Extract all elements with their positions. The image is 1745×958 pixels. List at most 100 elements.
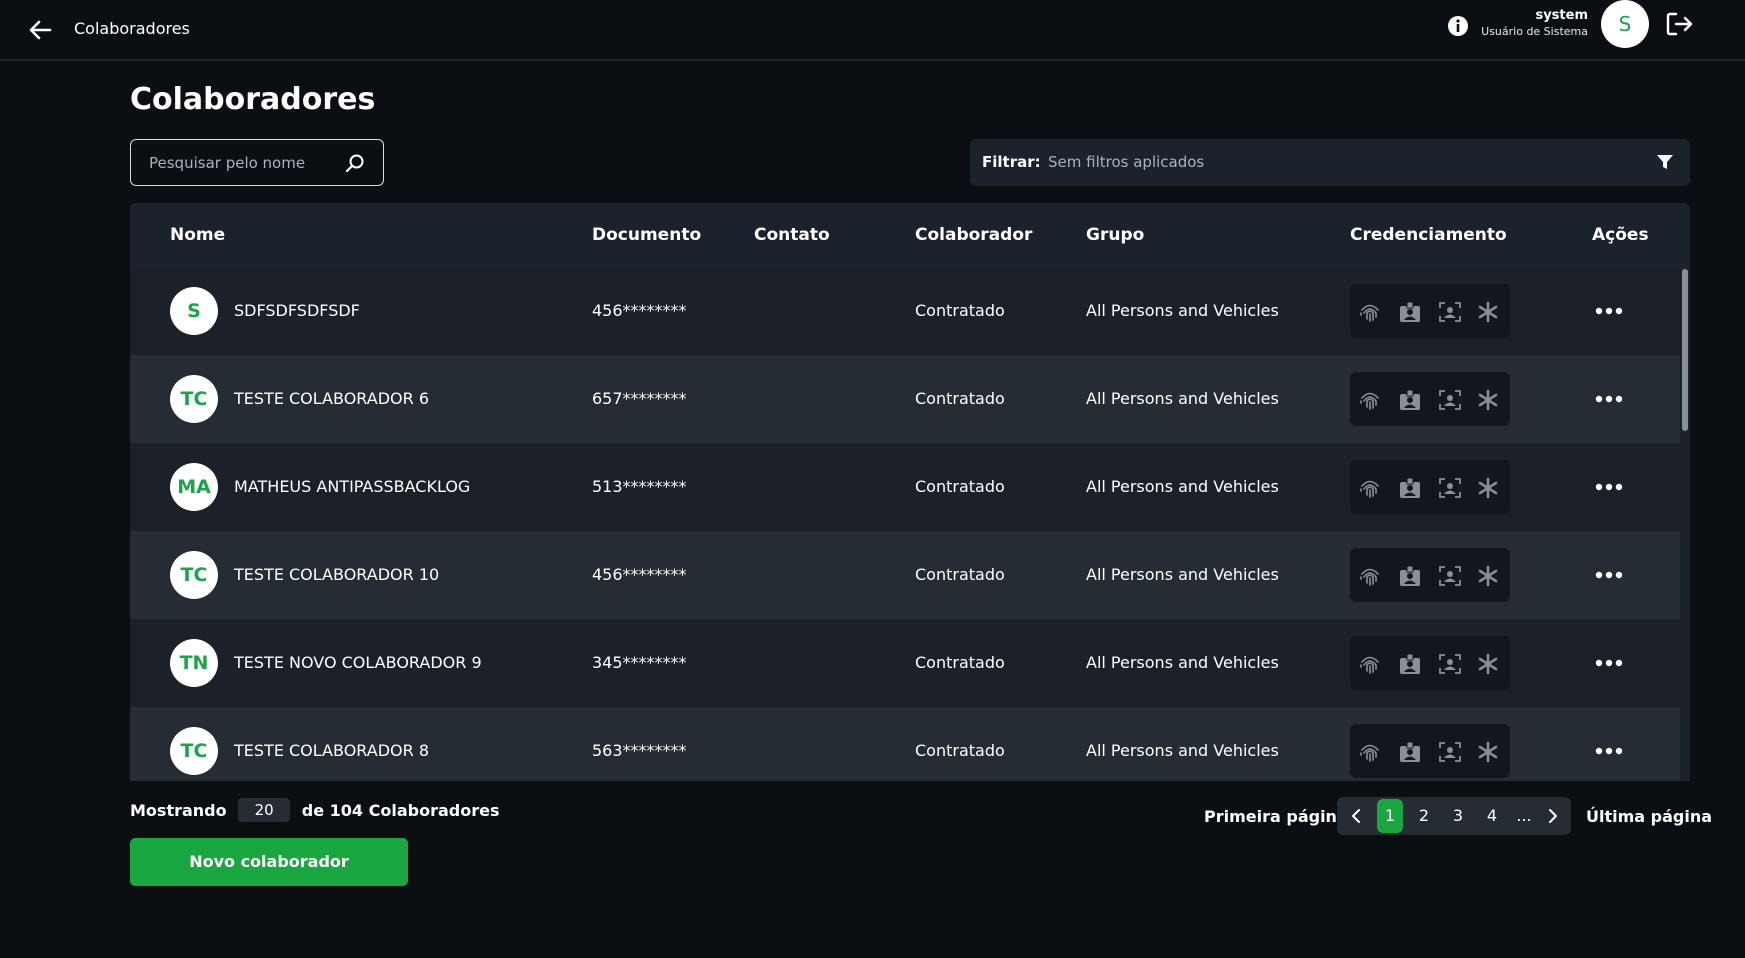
row-name: TESTE NOVO COLABORADOR 9 — [234, 653, 482, 672]
filter-bar[interactable]: Filtrar: Sem filtros aplicados — [970, 139, 1690, 186]
row-actions-menu-icon[interactable] — [1594, 649, 1624, 677]
credential-icons — [1350, 284, 1510, 338]
page-title: Colaboradores — [130, 82, 376, 117]
column-header-nome[interactable]: Nome — [170, 225, 225, 245]
row-document: 456******** — [592, 565, 687, 584]
new-collaborator-button[interactable]: Novo colaborador — [130, 838, 408, 886]
face-recognition-icon[interactable] — [1438, 565, 1462, 587]
row-actions-menu-icon[interactable] — [1594, 385, 1624, 413]
total-label: de 104 Colaboradores — [301, 800, 500, 820]
filter-funnel-icon[interactable] — [1656, 154, 1674, 171]
row-actions-menu-icon[interactable] — [1594, 561, 1624, 589]
user-role: Usuário de Sistema — [1481, 25, 1588, 38]
credential-icons — [1350, 460, 1510, 514]
asterisk-icon[interactable] — [1476, 477, 1500, 499]
badge-icon[interactable] — [1398, 653, 1422, 675]
row-document: 345******** — [592, 653, 687, 672]
row-actions-menu-icon[interactable] — [1594, 297, 1624, 325]
row-avatar: S — [170, 287, 218, 335]
pagination: 1 2 3 4 ... — [1337, 797, 1571, 835]
row-collaborator-type: Contratado — [915, 477, 1005, 496]
fingerprint-icon[interactable] — [1358, 301, 1382, 323]
row-name: SDFSDFSDFSDF — [234, 301, 360, 320]
column-header-acoes: Ações — [1592, 225, 1649, 245]
row-collaborator-type: Contratado — [915, 565, 1005, 584]
row-avatar: TC — [170, 375, 218, 423]
asterisk-icon[interactable] — [1476, 653, 1500, 675]
page-4[interactable]: 4 — [1479, 797, 1505, 835]
face-recognition-icon[interactable] — [1438, 653, 1462, 675]
row-document: 513******** — [592, 477, 687, 496]
top-bar: Colaboradores system Usuário de Sistema … — [0, 0, 1745, 61]
row-avatar: MA — [170, 463, 218, 511]
page-ellipsis[interactable]: ... — [1511, 797, 1537, 835]
row-group: All Persons and Vehicles — [1086, 477, 1279, 496]
scrollbar-thumb[interactable] — [1682, 269, 1688, 431]
badge-icon[interactable] — [1398, 301, 1422, 323]
table-row[interactable]: TC TESTE COLABORADOR 8 563******** Contr… — [130, 707, 1690, 781]
search-box — [130, 139, 384, 186]
row-document: 657******** — [592, 389, 687, 408]
search-input[interactable] — [149, 152, 329, 174]
face-recognition-icon[interactable] — [1438, 389, 1462, 411]
fingerprint-icon[interactable] — [1358, 741, 1382, 763]
user-info: system Usuário de Sistema — [1481, 8, 1588, 40]
credential-icons — [1350, 636, 1510, 690]
credential-icons — [1350, 548, 1510, 602]
credential-icons — [1350, 724, 1510, 778]
face-recognition-icon[interactable] — [1438, 741, 1462, 763]
last-page-link[interactable]: Última página — [1586, 807, 1712, 826]
chevron-left-icon[interactable] — [1349, 808, 1365, 824]
asterisk-icon[interactable] — [1476, 389, 1500, 411]
user-avatar[interactable]: S — [1601, 0, 1649, 48]
info-icon[interactable] — [1447, 15, 1469, 37]
page-3[interactable]: 3 — [1445, 797, 1471, 835]
page-size-select[interactable]: 20 — [238, 798, 291, 822]
table-row[interactable]: TC TESTE COLABORADOR 6 657******** Contr… — [130, 355, 1690, 443]
column-header-documento[interactable]: Documento — [592, 225, 701, 245]
table-row[interactable]: TN TESTE NOVO COLABORADOR 9 345******** … — [130, 619, 1690, 707]
badge-icon[interactable] — [1398, 741, 1422, 763]
topbar-title: Colaboradores — [74, 19, 190, 38]
row-collaborator-type: Contratado — [915, 301, 1005, 320]
search-icon[interactable] — [345, 153, 365, 173]
page-1[interactable]: 1 — [1377, 799, 1403, 833]
badge-icon[interactable] — [1398, 565, 1422, 587]
row-collaborator-type: Contratado — [915, 389, 1005, 408]
badge-icon[interactable] — [1398, 477, 1422, 499]
face-recognition-icon[interactable] — [1438, 301, 1462, 323]
user-name: system — [1535, 8, 1588, 23]
row-avatar: TC — [170, 727, 218, 775]
fingerprint-icon[interactable] — [1358, 477, 1382, 499]
fingerprint-icon[interactable] — [1358, 653, 1382, 675]
column-header-colaborador[interactable]: Colaborador — [915, 225, 1032, 245]
showing-label: Mostrando — [130, 800, 227, 820]
fingerprint-icon[interactable] — [1358, 565, 1382, 587]
row-name: MATHEUS ANTIPASSBACKLOG — [234, 477, 471, 496]
badge-icon[interactable] — [1398, 389, 1422, 411]
back-arrow-icon[interactable] — [24, 14, 56, 46]
asterisk-icon[interactable] — [1476, 741, 1500, 763]
first-page-link[interactable]: Primeira página — [1204, 807, 1348, 826]
asterisk-icon[interactable] — [1476, 565, 1500, 587]
table-scrollbar[interactable] — [1680, 267, 1690, 781]
page-2[interactable]: 2 — [1411, 797, 1437, 835]
filter-value: Sem filtros aplicados — [1048, 153, 1205, 171]
row-avatar: TN — [170, 639, 218, 687]
row-group: All Persons and Vehicles — [1086, 653, 1279, 672]
asterisk-icon[interactable] — [1476, 301, 1500, 323]
table-row[interactable]: S SDFSDFSDFSDF 456******** Contratado Al… — [130, 267, 1690, 355]
column-header-credenciamento: Credenciamento — [1350, 225, 1507, 245]
row-actions-menu-icon[interactable] — [1594, 473, 1624, 501]
row-actions-menu-icon[interactable] — [1594, 737, 1624, 765]
chevron-right-icon[interactable] — [1544, 808, 1560, 824]
table-row[interactable]: TC TESTE COLABORADOR 10 456******** Cont… — [130, 531, 1690, 619]
column-header-grupo[interactable]: Grupo — [1086, 225, 1144, 245]
face-recognition-icon[interactable] — [1438, 477, 1462, 499]
row-name: TESTE COLABORADOR 6 — [234, 389, 429, 408]
logout-icon[interactable] — [1665, 10, 1695, 38]
table-row[interactable]: MA MATHEUS ANTIPASSBACKLOG 513******** C… — [130, 443, 1690, 531]
row-collaborator-type: Contratado — [915, 741, 1005, 760]
column-header-contato[interactable]: Contato — [754, 225, 830, 245]
fingerprint-icon[interactable] — [1358, 389, 1382, 411]
